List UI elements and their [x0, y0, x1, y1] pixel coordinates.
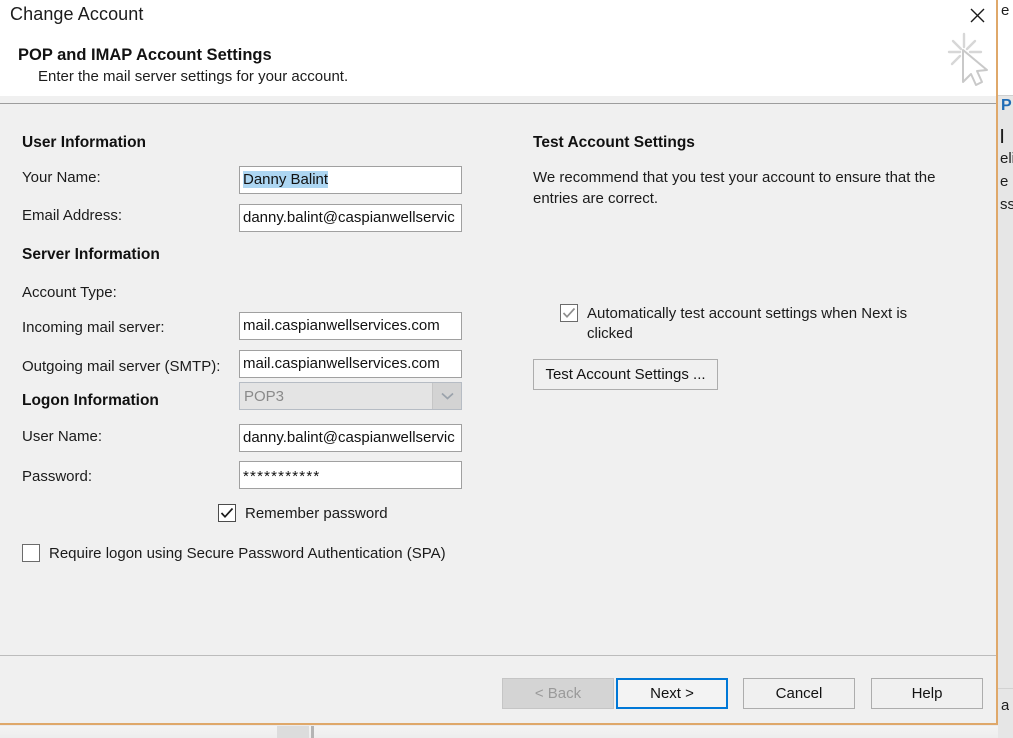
background-text-fragment: e [1000, 173, 1008, 190]
account-type-select[interactable]: POP3 [239, 382, 462, 410]
section-title-server-information: Server Information [22, 246, 160, 264]
background-text-fragment: eli [1000, 150, 1013, 167]
background-text-fragment: | [1000, 127, 1004, 144]
outgoing-mail-server-input[interactable]: mail.caspianwellservices.com [239, 350, 462, 378]
incoming-mail-server-input[interactable]: mail.caspianwellservices.com [239, 312, 462, 340]
user-name-input[interactable]: danny.balint@caspianwellservic [239, 424, 462, 452]
require-spa-checkbox[interactable] [22, 544, 40, 562]
change-account-dialog: Change Account POP and IMAP Account Sett… [0, 0, 998, 725]
section-title-test-account-settings: Test Account Settings [533, 134, 695, 152]
your-name-value: Danny Balint [243, 171, 328, 188]
dialog-titlebar: Change Account POP and IMAP Account Sett… [0, 0, 996, 96]
chevron-down-icon [432, 383, 461, 409]
auto-test-row[interactable]: Automatically test account settings when… [560, 304, 945, 344]
page-title: POP and IMAP Account Settings [18, 46, 272, 65]
background-bottom-block [277, 726, 309, 738]
test-account-settings-button[interactable]: Test Account Settings ... [533, 359, 718, 390]
auto-test-label: Automatically test account settings when… [587, 304, 945, 344]
label-email-address: Email Address: [22, 207, 122, 224]
help-button[interactable]: Help [871, 678, 983, 709]
background-text-fragment: a [1001, 697, 1009, 714]
label-outgoing-mail-server: Outgoing mail server (SMTP): [22, 358, 220, 375]
section-title-logon-information: Logon Information [22, 392, 159, 410]
background-rule-bottom [998, 688, 1013, 689]
busy-cursor-icon [944, 28, 996, 88]
label-incoming-mail-server: Incoming mail server: [22, 319, 165, 336]
close-icon[interactable] [958, 0, 996, 30]
account-type-value: POP3 [240, 388, 432, 405]
back-button[interactable]: < Back [502, 678, 614, 709]
label-user-name: User Name: [22, 428, 102, 445]
label-your-name: Your Name: [22, 169, 101, 186]
label-password: Password: [22, 468, 92, 485]
password-input[interactable]: *********** [239, 461, 462, 489]
remember-password-checkbox[interactable] [218, 504, 236, 522]
label-account-type: Account Type: [22, 284, 117, 301]
next-button[interactable]: Next > [616, 678, 728, 709]
background-text-fragment: ss [1000, 196, 1013, 213]
remember-password-label: Remember password [245, 504, 388, 524]
section-title-user-information: User Information [22, 134, 146, 152]
background-bottom-strip [0, 726, 998, 738]
dialog-body: User Information Your Name: Danny Balint… [0, 104, 996, 655]
page-subtitle: Enter the mail server settings for your … [38, 68, 348, 85]
auto-test-checkbox[interactable] [560, 304, 578, 322]
test-account-description: We recommend that you test your account … [533, 167, 963, 209]
remember-password-row[interactable]: Remember password [218, 504, 388, 524]
email-address-input[interactable]: danny.balint@caspianwellservic [239, 204, 462, 232]
dialog-title: Change Account [10, 4, 144, 25]
background-text-fragment-heading: P [1001, 97, 1012, 115]
background-right-panel [998, 96, 1013, 738]
background-bottom-tick [311, 726, 314, 738]
cancel-button[interactable]: Cancel [743, 678, 855, 709]
your-name-input[interactable]: Danny Balint [239, 166, 462, 194]
require-spa-row[interactable]: Require logon using Secure Password Auth… [22, 544, 446, 564]
background-text-fragment: e [1001, 2, 1009, 19]
require-spa-label: Require logon using Secure Password Auth… [49, 544, 446, 564]
